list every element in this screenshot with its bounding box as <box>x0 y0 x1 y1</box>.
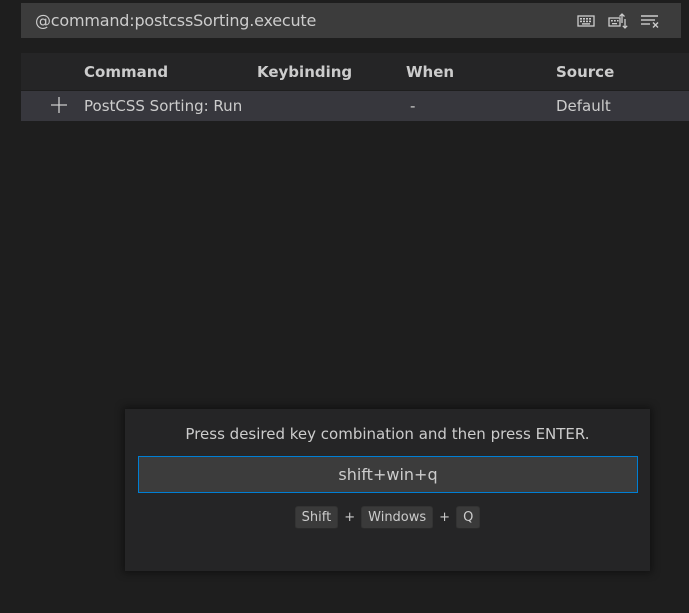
table-row[interactable]: PostCSS Sorting: Run - Default <box>21 91 689 121</box>
search-input[interactable] <box>21 3 575 38</box>
row-when: - <box>410 97 416 115</box>
column-header-when[interactable]: When <box>406 63 454 81</box>
dialog-message: Press desired key combination and then p… <box>185 425 590 443</box>
search-bar <box>21 3 681 38</box>
column-header-source[interactable]: Source <box>556 63 614 81</box>
keyboard-icon[interactable] <box>575 10 597 32</box>
key-chord-display: Shift + Windows + Q <box>125 506 650 529</box>
keycap-windows: Windows <box>361 506 434 529</box>
sort-by-precedence-icon[interactable] <box>607 10 629 32</box>
column-header-keybinding[interactable]: Keybinding <box>257 63 352 81</box>
add-keybinding-icon[interactable] <box>49 95 69 115</box>
search-actions <box>575 10 681 32</box>
row-command: PostCSS Sorting: Run <box>84 97 243 115</box>
keycap-shift: Shift <box>294 506 339 529</box>
keybinding-input[interactable] <box>138 456 638 493</box>
clear-filter-icon[interactable] <box>639 10 661 32</box>
column-header-command[interactable]: Command <box>84 63 168 81</box>
define-keybinding-dialog: Press desired key combination and then p… <box>125 409 650 571</box>
row-source: Default <box>556 97 611 115</box>
table-header: Command Keybinding When Source <box>21 53 689 90</box>
keyboard-shortcuts-editor: Command Keybinding When Source PostCSS S… <box>0 0 689 613</box>
key-separator: + <box>344 510 356 525</box>
keycap-q: Q <box>456 506 481 529</box>
key-separator: + <box>439 510 451 525</box>
